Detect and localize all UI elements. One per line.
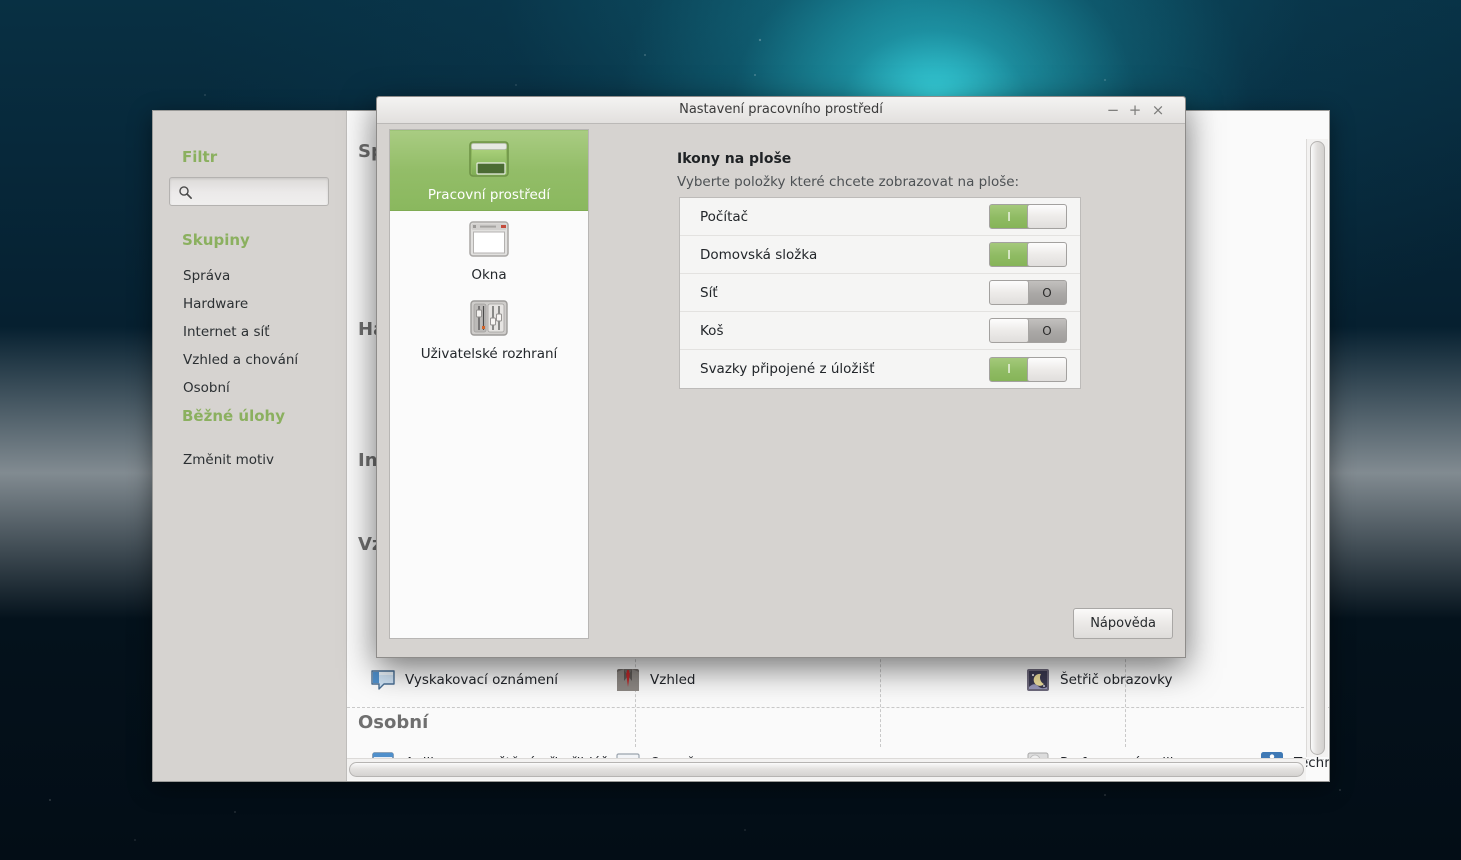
toggle-row-domovska-slozka: Domovská složka I O bbox=[680, 236, 1080, 274]
toggle-knob[interactable] bbox=[990, 319, 1029, 342]
screensaver-moon-icon bbox=[1025, 667, 1051, 693]
item-label: Šetřič obrazovky bbox=[1060, 672, 1173, 688]
sidebar-item-zmenit-motiv[interactable]: Změnit motiv bbox=[183, 452, 274, 468]
dialog-title: Nastavení pracovního prostředí bbox=[679, 102, 883, 117]
search-icon bbox=[179, 186, 192, 199]
toggle-switch-svazky[interactable]: I O bbox=[989, 356, 1067, 382]
filter-heading: Filtr bbox=[182, 148, 218, 166]
nav-item-label: Okna bbox=[471, 267, 507, 283]
toggle-row-sit: Síť I O bbox=[680, 274, 1080, 312]
toggle-switch-domovska-slozka[interactable]: I O bbox=[989, 242, 1067, 267]
item-setric-obrazovky[interactable]: Šetřič obrazovky bbox=[1025, 667, 1173, 693]
dialog-close-button[interactable]: × bbox=[1148, 101, 1168, 120]
toggle-label: Koš bbox=[700, 322, 724, 339]
toggle-knob[interactable] bbox=[1027, 205, 1066, 228]
item-vyskakovaci-oznameni[interactable]: Vyskakovací oznámení bbox=[370, 667, 558, 693]
toggle-knob[interactable] bbox=[990, 281, 1029, 304]
item-label: Vyskakovací oznámení bbox=[405, 672, 559, 688]
row-divider bbox=[347, 707, 1329, 708]
window-icon bbox=[390, 217, 588, 263]
panel-subheading: Vyberte položky které chcete zobrazovat … bbox=[677, 174, 1020, 190]
nav-item-label: Pracovní prostředí bbox=[427, 187, 551, 203]
vertical-scrollbar-thumb[interactable] bbox=[1310, 141, 1325, 755]
toggle-switch-kos[interactable]: I O bbox=[989, 318, 1067, 343]
dialog-minimize-button[interactable]: − bbox=[1103, 101, 1123, 120]
tasks-heading: Běžné úlohy bbox=[182, 407, 285, 425]
nav-item-label: Uživatelské rozhraní bbox=[420, 346, 558, 362]
panel-heading: Ikony na ploše bbox=[677, 151, 792, 167]
control-center-sidebar: Filtr Skupiny Správa Hardware Internet a… bbox=[153, 111, 346, 781]
toggle-row-pocitac: Počítač I O bbox=[680, 198, 1080, 236]
nav-item-pracovni-prostredi[interactable]: Pracovní prostředí bbox=[390, 130, 588, 211]
horizontal-scrollbar[interactable] bbox=[347, 758, 1306, 780]
toggle-knob[interactable] bbox=[1027, 357, 1066, 381]
toggle-label: Síť bbox=[700, 284, 718, 301]
sliders-icon bbox=[390, 296, 588, 342]
toggle-knob[interactable] bbox=[1027, 243, 1066, 266]
groups-heading: Skupiny bbox=[182, 231, 250, 249]
sidebar-item-vzhled[interactable]: Vzhled a chování bbox=[183, 352, 298, 368]
dialog-maximize-button[interactable]: + bbox=[1125, 101, 1145, 120]
horizontal-scrollbar-thumb[interactable] bbox=[349, 762, 1304, 777]
toggle-label: Svazky připojené z úložišť bbox=[700, 361, 875, 377]
item-label: Vzhled bbox=[650, 672, 696, 688]
toggle-off-glyph: O bbox=[1028, 319, 1066, 342]
toggle-off-glyph: O bbox=[1028, 281, 1066, 304]
toggle-switch-pocitac[interactable]: I O bbox=[989, 204, 1067, 229]
nav-item-uzivatelske-rozhrani[interactable]: Uživatelské rozhraní bbox=[390, 290, 588, 369]
notification-bubble-icon bbox=[370, 667, 396, 693]
suit-tie-icon bbox=[615, 667, 641, 693]
toggle-switch-sit[interactable]: I O bbox=[989, 280, 1067, 305]
item-vzhled[interactable]: Vzhled bbox=[615, 667, 696, 693]
dialog-nav-list[interactable]: Pracovní prostředí Okna Uživatelské rozh… bbox=[389, 129, 589, 639]
toggle-label: Počítač bbox=[700, 208, 749, 225]
search-input[interactable] bbox=[200, 178, 325, 205]
sidebar-item-hardware[interactable]: Hardware bbox=[183, 296, 248, 312]
section-heading-osobni: Osobní bbox=[358, 712, 429, 733]
toggle-on-glyph: I bbox=[990, 205, 1028, 228]
toggle-label: Domovská složka bbox=[700, 246, 818, 263]
nav-item-okna[interactable]: Okna bbox=[390, 211, 588, 290]
desktop-settings-dialog[interactable]: Nastavení pracovního prostředí − + × Pra… bbox=[376, 96, 1186, 658]
toggle-on-glyph: I bbox=[990, 243, 1028, 266]
toggle-row-kos: Koš I O bbox=[680, 312, 1080, 350]
help-button[interactable]: Nápověda bbox=[1073, 608, 1173, 639]
toggle-on-glyph: I bbox=[990, 357, 1028, 381]
desktop-icon bbox=[390, 137, 588, 183]
dialog-titlebar[interactable]: Nastavení pracovního prostředí − + × bbox=[377, 97, 1185, 124]
sidebar-item-osobni[interactable]: Osobní bbox=[183, 380, 230, 396]
sidebar-item-internet[interactable]: Internet a síť bbox=[183, 324, 270, 340]
desktop-icons-toggle-list: Počítač I O Domovská složka I O Síť I O bbox=[679, 197, 1081, 389]
vertical-scrollbar[interactable] bbox=[1306, 139, 1328, 757]
sidebar-item-sprava[interactable]: Správa bbox=[183, 268, 230, 284]
search-box[interactable] bbox=[169, 177, 329, 206]
toggle-row-svazky: Svazky připojené z úložišť I O bbox=[680, 350, 1080, 388]
section-heading-internet: In bbox=[358, 450, 378, 471]
